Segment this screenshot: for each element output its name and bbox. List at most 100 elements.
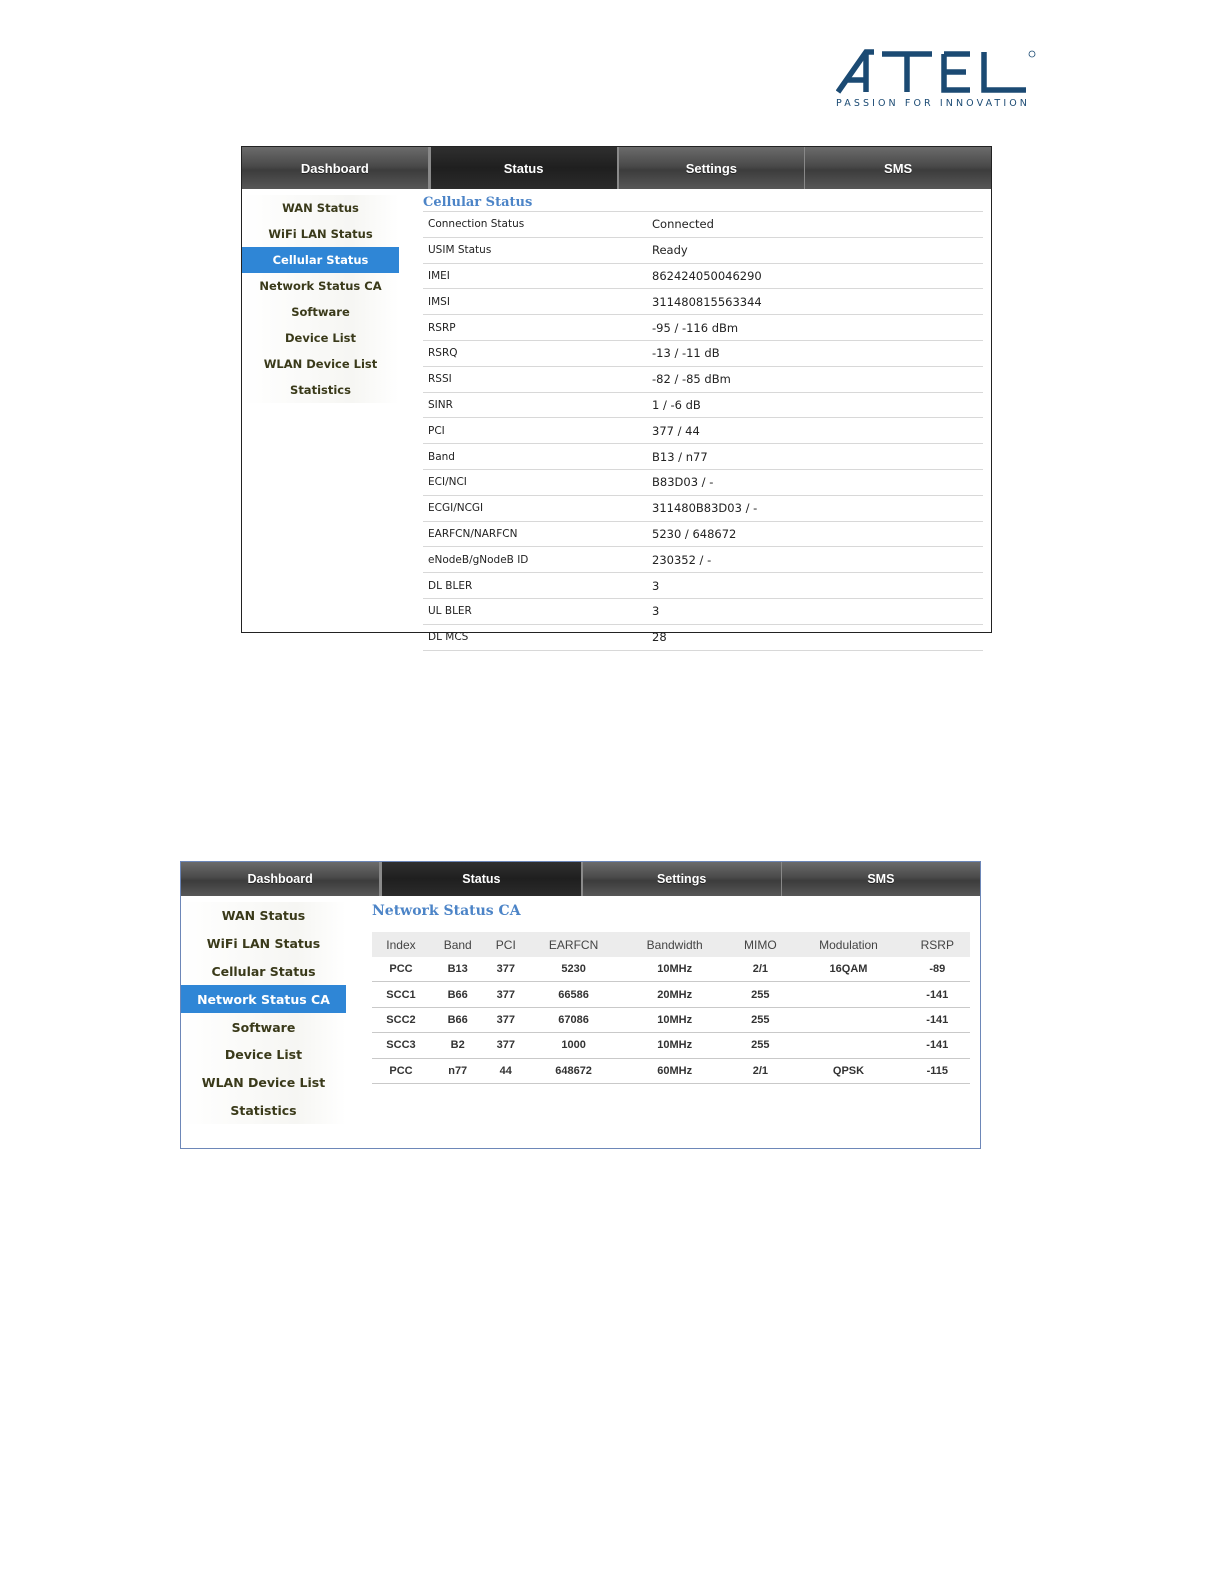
table-cell: B2: [429, 1032, 486, 1059]
column-header: EARFCN: [526, 932, 622, 957]
sidebar-item-device-list[interactable]: Device List: [242, 325, 399, 351]
top-nav: Dashboard Status Settings SMS: [181, 862, 980, 896]
table-cell: PCC: [372, 957, 430, 983]
field-label: USIM Status: [428, 244, 492, 257]
table-row: PCC n77 44 648672 60MHz 2/1 QPSK -115: [372, 1058, 970, 1084]
table-row: SCC2 B66 377 67086 10MHz 255 -141: [372, 1007, 970, 1034]
table-cell: PCC: [372, 1058, 430, 1084]
page-title: Network Status CA: [372, 903, 521, 919]
cellular-status-list: Connection Status Connected USIM Status Rea…: [423, 211, 983, 651]
table-row: SCC1 B66 377 66586 20MHz 255 -141: [372, 981, 970, 1008]
sidebar-item-network-status-ca[interactable]: Network Status CA: [181, 985, 346, 1014]
table-cell: 377: [485, 981, 527, 1008]
table-row: eNodeB/gNodeB ID 230352 / -: [423, 547, 983, 574]
sidebar-item-wlan-device-list[interactable]: WLAN Device List: [242, 351, 399, 377]
table-cell: 377: [485, 1032, 527, 1059]
table-header-row: Index Band PCI EARFCN Bandwidth MIMO Modulatio…: [372, 932, 970, 957]
logo-tagline: PASSION FOR INNOVATION: [836, 98, 1031, 109]
table-cell: 255: [728, 1007, 793, 1034]
table-cell: [792, 1032, 905, 1059]
column-header: Index: [372, 932, 430, 957]
sidebar-item-wifi-lan-status[interactable]: WiFi LAN Status: [242, 221, 399, 247]
table-cell: SCC1: [372, 981, 430, 1008]
sidebar-item-statistics[interactable]: Statistics: [181, 1096, 346, 1125]
field-value: Connected: [652, 217, 714, 232]
table-cell: 60MHz: [621, 1058, 729, 1084]
field-label: SINR: [428, 398, 453, 411]
column-header: MIMO: [728, 932, 793, 957]
table-cell: 255: [728, 1032, 793, 1059]
atel-wordmark-graphic: [836, 49, 1036, 94]
table-cell: -141: [904, 1032, 970, 1059]
field-value: 311480B83D03 / -: [652, 501, 758, 516]
field-value: 3: [652, 578, 660, 593]
table-row: DL MCS 28: [423, 625, 983, 651]
field-value: 377 / 44: [652, 423, 700, 438]
field-label: DL MCS: [428, 631, 469, 644]
sidebar-item-cellular-status[interactable]: Cellular Status: [181, 957, 346, 986]
table-row: SCC3 B2 377 1000 10MHz 255 -141: [372, 1032, 970, 1059]
sidebar-item-software[interactable]: Software: [181, 1013, 346, 1041]
tab-dashboard[interactable]: Dashboard: [181, 862, 381, 896]
table-cell: 20MHz: [621, 981, 729, 1008]
field-label: eNodeB/gNodeB ID: [428, 553, 529, 566]
sidebar-item-statistics[interactable]: Statistics: [242, 377, 399, 403]
tab-sms[interactable]: SMS: [781, 862, 980, 896]
tab-settings[interactable]: Settings: [582, 862, 782, 896]
field-label: EARFCN/NARFCN: [428, 527, 518, 540]
sidebar-item-wlan-device-list[interactable]: WLAN Device List: [181, 1068, 346, 1097]
column-header: Modulation: [792, 932, 905, 957]
field-value: B83D03 / -: [652, 475, 714, 490]
table-cell: [792, 981, 905, 1008]
sidebar-item-network-status-ca[interactable]: Network Status CA: [242, 273, 399, 299]
table-row: Band B13 / n77: [423, 444, 983, 470]
table-row: DL BLER 3: [423, 573, 983, 599]
sidebar-item-cellular-status[interactable]: Cellular Status: [242, 247, 399, 273]
tab-status[interactable]: Status: [428, 147, 619, 189]
tab-sms[interactable]: SMS: [805, 147, 991, 189]
field-value: 5230 / 648672: [652, 526, 737, 541]
field-label: IMSI: [428, 295, 450, 308]
cellular-status-screen: Dashboard Status Settings SMS WAN Status…: [241, 146, 992, 651]
field-label: DL BLER: [428, 579, 473, 592]
tab-settings[interactable]: Settings: [618, 147, 806, 189]
table-row: PCC B13 377 5230 10MHz 2/1 16QAM -89: [372, 957, 970, 983]
field-value: -95 / -116 dBm: [652, 320, 739, 335]
table-cell: 10MHz: [621, 1032, 729, 1059]
table-cell: SCC3: [372, 1032, 430, 1059]
column-header: PCI: [485, 932, 527, 957]
field-value: 230352 / -: [652, 552, 712, 567]
field-label: ECI/NCI: [428, 476, 467, 489]
field-value: B13 / n77: [652, 449, 708, 464]
table-cell: 255: [728, 981, 793, 1008]
field-value: 3: [652, 604, 660, 619]
field-label: RSRQ: [428, 347, 458, 360]
tab-status[interactable]: Status: [380, 862, 583, 896]
table-cell: 2/1: [728, 1058, 793, 1084]
sidebar-item-software[interactable]: Software: [242, 299, 399, 325]
sidebar-item-wan-status[interactable]: WAN Status: [181, 902, 346, 930]
field-value: Ready: [652, 243, 688, 258]
table-row: Connection Status Connected: [423, 212, 983, 238]
table-body: PCC B13 377 5230 10MHz 2/1 16QAM -89 SCC1 B66 377 6…: [372, 957, 970, 1084]
table-cell: 2/1: [728, 957, 793, 983]
sidebar-item-device-list[interactable]: Device List: [181, 1040, 346, 1069]
carrier-aggregation-table: Index Band PCI EARFCN Bandwidth MIMO Modulatio…: [372, 932, 970, 1084]
table-row: RSRP -95 / -116 dBm: [423, 315, 983, 341]
page-title: Cellular Status: [423, 195, 533, 210]
table-cell: QPSK: [792, 1058, 905, 1084]
field-label: RSRP: [428, 321, 456, 334]
sidebar-item-wan-status[interactable]: WAN Status: [242, 195, 399, 221]
field-value: 311480815563344: [652, 294, 762, 309]
sidebar-item-wifi-lan-status[interactable]: WiFi LAN Status: [181, 929, 346, 958]
table-cell: 1000: [526, 1032, 622, 1059]
field-label: IMEI: [428, 269, 450, 282]
table-cell: -89: [904, 957, 970, 983]
table-cell: 10MHz: [621, 957, 729, 983]
column-header: Band: [429, 932, 486, 957]
tab-dashboard[interactable]: Dashboard: [242, 147, 429, 189]
column-header: Bandwidth: [621, 932, 729, 957]
sidebar: WAN Status WiFi LAN Status Cellular Stat…: [181, 902, 346, 1125]
table-row: IMEI 862424050046290: [423, 264, 983, 290]
table-cell: B13: [429, 957, 486, 983]
